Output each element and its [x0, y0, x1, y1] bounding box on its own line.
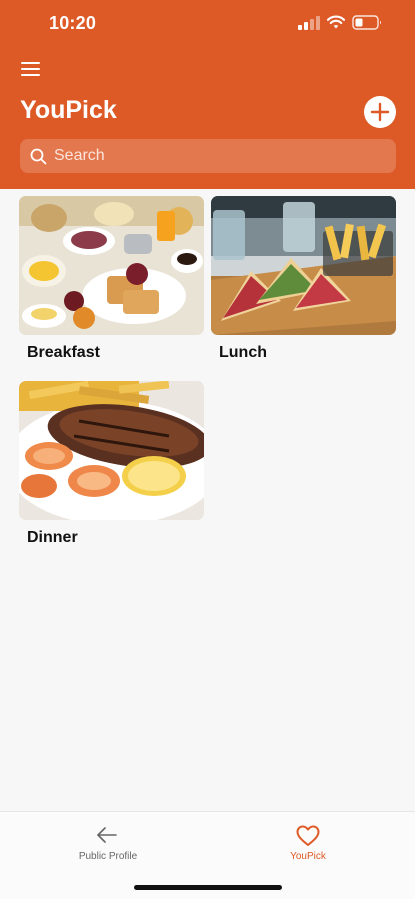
card-label: Breakfast: [27, 344, 100, 361]
tab-youpick[interactable]: YouPick: [238, 812, 378, 872]
tab-public-profile[interactable]: Public Profile: [38, 812, 178, 872]
plus-icon: [370, 102, 390, 122]
wifi-icon: [327, 15, 345, 29]
status-bar: 10:20: [0, 0, 415, 48]
status-time: 10:20: [49, 13, 97, 33]
category-card-dinner[interactable]: Dinner: [19, 381, 204, 546]
dinner-steak-photo: [19, 381, 204, 520]
category-card-lunch[interactable]: Lunch: [211, 196, 396, 361]
heart-icon: [296, 825, 320, 846]
battery-icon: [352, 15, 381, 30]
search-bar[interactable]: [20, 139, 396, 173]
add-button[interactable]: [364, 96, 396, 128]
tab-label: YouPick: [290, 851, 326, 862]
tab-label: Public Profile: [78, 851, 138, 862]
card-label: Lunch: [219, 344, 267, 361]
hamburger-menu-icon[interactable]: [21, 61, 41, 77]
home-indicator: [134, 885, 282, 890]
search-icon: [30, 148, 47, 165]
search-input[interactable]: [54, 139, 384, 173]
lunch-sandwich-photo: [211, 196, 396, 335]
app-header: 10:20 YouPick: [0, 0, 415, 189]
arrow-left-icon: [97, 827, 117, 843]
card-label: Dinner: [27, 529, 78, 546]
breakfast-food-photo: [19, 196, 204, 335]
category-card-breakfast[interactable]: Breakfast: [19, 196, 204, 361]
page-title: YouPick: [20, 96, 117, 124]
cellular-signal-icon: [298, 16, 320, 30]
